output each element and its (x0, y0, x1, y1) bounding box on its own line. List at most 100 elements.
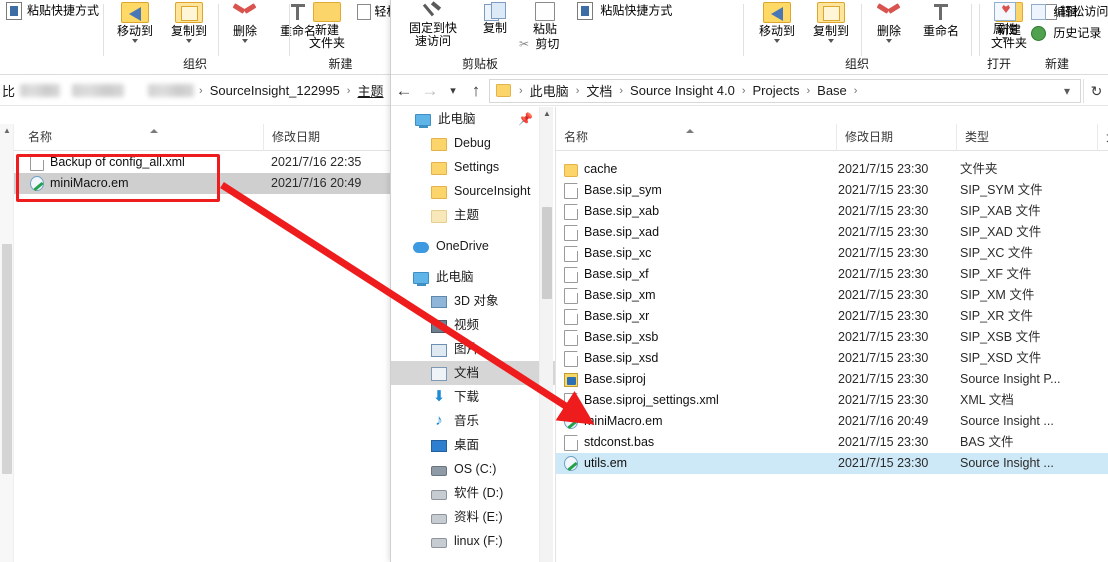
table-row[interactable]: miniMacro.em 2021/7/16 20:49 (0, 173, 390, 194)
file-date-cell: 2021/7/15 23:30 (838, 456, 929, 470)
documents-icon (431, 366, 447, 381)
refresh-button[interactable]: ↻ (1083, 78, 1108, 103)
scrollbar-thumb[interactable] (542, 207, 552, 299)
left-vertical-scrollbar[interactable]: ▲ (0, 124, 14, 562)
forward-button[interactable]: → (417, 76, 443, 106)
table-row[interactable]: Backup of config_all.xml 2021/7/16 22:35 (0, 152, 390, 173)
nav-item-debug[interactable]: Debug (391, 131, 555, 155)
right-move-to-button[interactable]: 移动到 (751, 2, 803, 43)
back-button[interactable]: ← (391, 76, 417, 106)
nav-item-settings[interactable]: Settings (391, 155, 555, 179)
right-pin-quick-access-button[interactable]: 固定到快 速访问 (401, 2, 465, 48)
nav-item-3d-objects[interactable]: 3D 对象 (391, 289, 555, 313)
source-insight-project-icon (564, 372, 578, 387)
scroll-up-arrow-icon[interactable]: ▲ (540, 107, 554, 121)
table-row[interactable]: Base.siproj_settings.xml 2021/7/15 23:30… (556, 390, 1108, 411)
column-date-modified[interactable]: 修改日期 (836, 124, 956, 151)
left-move-to-button[interactable]: 移动到 (109, 2, 161, 43)
table-row[interactable]: Base.sip_xsd 2021/7/15 23:30 SIP_XSD 文件 (556, 348, 1108, 369)
nav-item-theme[interactable]: 主题 (391, 203, 555, 227)
scrollbar-thumb[interactable] (2, 244, 12, 474)
breadcrumb-source-insight[interactable]: Source Insight 4.0 (628, 83, 737, 98)
table-row[interactable]: Base.sip_sym 2021/7/15 23:30 SIP_SYM 文件 (556, 180, 1108, 201)
right-paste-shortcut-button[interactable]: 粘贴快捷方式 (577, 2, 677, 20)
right-edit-button[interactable]: 编辑 (1031, 4, 1105, 20)
rename-icon (929, 2, 953, 23)
nav-item-drive-f[interactable]: linux (F:) (391, 529, 555, 553)
right-paste-button[interactable]: 粘贴 (523, 2, 567, 36)
left-organize-group: 移动到 复制到 删除 重命名 组织 (105, 0, 316, 75)
table-row[interactable]: cache 2021/7/15 23:30 文件夹 (556, 159, 1108, 180)
left-breadcrumb-theme[interactable]: 主题 (355, 81, 385, 100)
ribbon-divider (979, 4, 980, 56)
table-row[interactable]: stdconst.bas 2021/7/15 23:30 BAS 文件 (556, 432, 1108, 453)
nav-item-drive-d[interactable]: 软件 (D:) (391, 481, 555, 505)
right-history-button[interactable]: 历史记录 (1031, 26, 1108, 41)
table-row[interactable]: Base.sip_xc 2021/7/15 23:30 SIP_XC 文件 (556, 243, 1108, 264)
nav-item-pictures[interactable]: 图片 (391, 337, 555, 361)
nav-item-drive-e[interactable]: 资料 (E:) (391, 505, 555, 529)
left-column-name[interactable]: 名称 (20, 124, 263, 151)
right-copy-button[interactable]: 复制 (471, 2, 519, 35)
breadcrumb-separator: › (806, 84, 811, 97)
recent-locations-button[interactable]: ▾ (443, 76, 463, 106)
table-row[interactable]: Base.sip_xsb 2021/7/15 23:30 SIP_XSB 文件 (556, 327, 1108, 348)
left-column-header: 名称 修改日期 (0, 124, 390, 151)
nav-item-quickaccess-this-pc[interactable]: 此电脑 📌 (391, 107, 555, 131)
table-row[interactable]: miniMacro.em 2021/7/16 20:49 Source Insi… (556, 411, 1108, 432)
table-row[interactable]: Base.sip_xm 2021/7/15 23:30 SIP_XM 文件 (556, 285, 1108, 306)
file-name-cell: utils.em (564, 453, 627, 474)
breadcrumb-documents[interactable]: 文档 (584, 81, 614, 100)
left-breadcrumb-prefix: 比 (2, 84, 16, 99)
move-to-icon (763, 2, 791, 23)
file-name-cell: Base.sip_xad (564, 222, 659, 243)
scroll-up-arrow-icon[interactable]: ▲ (3, 126, 11, 135)
table-row[interactable]: Base.sip_xf 2021/7/15 23:30 SIP_XF 文件 (556, 264, 1108, 285)
pin-icon[interactable]: 📌 (518, 107, 533, 131)
right-delete-button[interactable]: 删除 (867, 2, 911, 43)
breadcrumb-this-pc[interactable]: 此电脑 (528, 81, 571, 100)
left-new-folder-button[interactable]: 新建 文件夹 (299, 2, 355, 50)
right-copy-to-button[interactable]: 复制到 (805, 2, 857, 43)
up-button[interactable]: ↑ (463, 76, 489, 106)
left-paste-shortcut-button[interactable]: 粘贴快捷方式 (6, 2, 99, 20)
ribbon-divider (289, 4, 290, 56)
nav-item-videos[interactable]: 视频 (391, 313, 555, 337)
folder-icon (431, 161, 447, 175)
nav-item-this-pc[interactable]: 此电脑 (391, 265, 555, 289)
left-delete-button[interactable]: 删除 (223, 2, 267, 43)
address-dropdown-icon[interactable]: ▾ (1058, 84, 1076, 98)
breadcrumb-base[interactable]: Base (815, 83, 849, 98)
nav-item-os-drive[interactable]: OS (C:) (391, 457, 555, 481)
nav-item-desktop[interactable]: 桌面 (391, 433, 555, 457)
right-rename-button[interactable]: 重命名 (913, 2, 969, 38)
table-row[interactable]: Base.sip_xad 2021/7/15 23:30 SIP_XAD 文件 (556, 222, 1108, 243)
history-icon (1031, 26, 1046, 41)
file-date-cell: 2021/7/15 23:30 (838, 351, 929, 365)
left-copy-to-button[interactable]: 复制到 (163, 2, 215, 43)
column-size[interactable]: 大 (1097, 124, 1108, 151)
right-cut-button[interactable]: ✂ 剪切 (519, 38, 579, 51)
column-type[interactable]: 类型 (956, 124, 1097, 151)
nav-item-downloads[interactable]: ⬇ 下载 (391, 385, 555, 409)
nav-item-documents[interactable]: 文档 (391, 361, 555, 385)
nav-item-onedrive[interactable]: OneDrive (391, 234, 555, 258)
nav-item-sourceinsight[interactable]: SourceInsight (391, 179, 555, 203)
file-type-cell: SIP_XF 文件 (960, 267, 1032, 281)
left-easy-access-button[interactable]: 轻松访 (357, 4, 390, 20)
breadcrumb-projects[interactable]: Projects (751, 83, 802, 98)
table-row[interactable]: utils.em 2021/7/15 23:30 Source Insight … (556, 453, 1108, 474)
file-icon (564, 245, 578, 262)
right-properties-button[interactable]: 属性 (983, 2, 1027, 41)
column-name[interactable]: 名称 (556, 124, 836, 151)
left-breadcrumb-sourceinsight[interactable]: SourceInsight_122995 (208, 83, 342, 98)
table-row[interactable]: Base.sip_xr 2021/7/15 23:30 SIP_XR 文件 (556, 306, 1108, 327)
left-organize-group-label: 组织 (182, 57, 207, 71)
table-row[interactable]: Base.siproj 2021/7/15 23:30 Source Insig… (556, 369, 1108, 390)
table-row[interactable]: Base.sip_xab 2021/7/15 23:30 SIP_XAB 文件 (556, 201, 1108, 222)
address-input[interactable]: › 此电脑 › 文档 › Source Insight 4.0 › Projec… (489, 78, 1081, 103)
left-address-bar[interactable]: 比 › SourceInsight_122995 › 主题 (0, 76, 390, 106)
nav-pane-scrollbar[interactable]: ▲ (539, 107, 553, 562)
nav-item-music[interactable]: ♪ 音乐 (391, 409, 555, 433)
left-column-date[interactable]: 修改日期 (263, 124, 390, 151)
